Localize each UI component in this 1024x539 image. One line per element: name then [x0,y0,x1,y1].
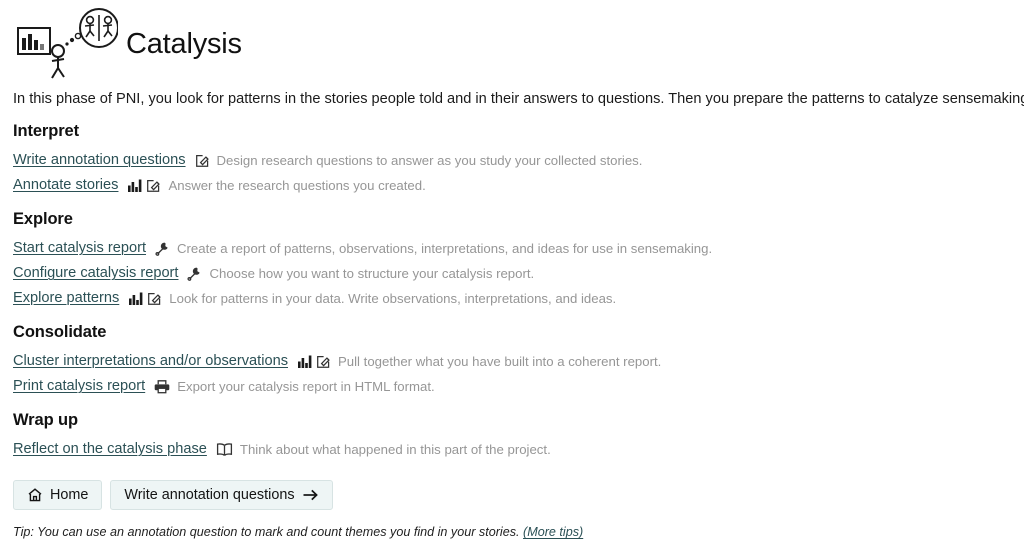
section-heading: Explore [13,209,73,228]
write-annotation-questions-button-label: Write annotation questions [124,486,295,503]
section-explore: Explore Start catalysis report Create a re… [12,210,1012,311]
catalysis-logo-icon [14,6,119,82]
bar-chart-icon [127,178,142,193]
task-link-configure-catalysis-report[interactable]: Configure catalysis report [13,265,178,281]
tip-text: Tip: You can use an annotation question … [13,525,520,539]
button-bar: Home Write annotation questions [13,479,1012,511]
section-consolidate: Consolidate Cluster interpretations and/o… [12,323,1012,399]
edit-icon [316,354,331,369]
task-link-cluster-interpretations-and-or-observations[interactable]: Cluster interpretations and/or observati… [13,353,288,369]
task-icons [216,442,233,457]
task-description: Create a report of patterns, observation… [177,240,713,256]
task-link-explore-patterns[interactable]: Explore patterns [13,290,119,306]
bar-chart-icon [297,354,312,369]
intro-text: In this phase of PNI, you look for patte… [13,91,1024,107]
wrench-icon [155,241,170,256]
bar-chart-icon [128,291,143,306]
edit-icon [147,291,162,306]
task-link-reflect-on-the-catalysis-phase[interactable]: Reflect on the catalysis phase [13,441,207,457]
task-row: Annotate stories Answer the research ques… [13,173,1012,198]
task-sections: Interpret Write annotation questions Desig… [12,122,1012,462]
book-icon [216,442,233,457]
task-icons [128,291,162,306]
task-link-start-catalysis-report[interactable]: Start catalysis report [13,240,146,256]
task-description: Pull together what you have built into a… [338,353,662,369]
home-icon [27,487,43,503]
page-header: Catalysis [12,0,1012,88]
section-wrap-up: Wrap up Reflect on the catalysis phase Thi… [12,411,1012,462]
task-row: Write annotation questions Design researc… [13,148,1012,173]
task-icons [195,153,210,168]
task-row: Reflect on the catalysis phase Think abou… [13,437,1012,462]
task-icons [154,379,170,394]
task-link-annotate-stories[interactable]: Annotate stories [13,177,118,193]
task-description: Answer the research questions you create… [168,177,426,193]
wrench-icon [187,266,202,281]
task-description: Look for patterns in your data. Write ob… [169,290,617,306]
edit-icon [146,178,161,193]
tip-bar: Tip: You can use an annotation question … [13,525,1012,539]
write-annotation-questions-button[interactable]: Write annotation questions [110,479,333,511]
task-link-write-annotation-questions[interactable]: Write annotation questions [13,152,186,168]
task-icons [155,241,170,256]
task-description: Design research questions to answer as y… [216,152,643,168]
section-heading: Interpret [13,121,80,140]
edit-icon [195,153,210,168]
section-interpret: Interpret Write annotation questions Desig… [12,122,1012,198]
arrow-right-icon [302,488,319,502]
task-icons [297,354,331,369]
task-row: Print catalysis report Export your cataly… [13,374,1012,399]
task-icons [127,178,161,193]
task-row: Configure catalysis report Choose how you… [13,261,1012,286]
task-row: Explore patterns Look for patterns in you… [13,286,1012,311]
task-description: Think about what happened in this part o… [239,441,551,457]
task-description: Choose how you want to structure your ca… [209,265,535,281]
home-button-label: Home [50,486,89,503]
section-heading: Consolidate [13,322,107,341]
printer-icon [154,379,170,394]
catalysis-page: Catalysis In this phase of PNI, you look… [0,0,1024,539]
home-button[interactable]: Home [13,479,103,511]
more-tips-link[interactable]: (More tips) [523,525,583,539]
task-row: Start catalysis report Create a report of… [13,236,1012,261]
section-heading: Wrap up [13,410,78,429]
task-description: Export your catalysis report in HTML for… [177,378,435,394]
task-row: Cluster interpretations and/or observati… [13,349,1012,374]
page-title: Catalysis [126,27,242,60]
task-icons [187,266,202,281]
task-link-print-catalysis-report[interactable]: Print catalysis report [13,378,145,394]
